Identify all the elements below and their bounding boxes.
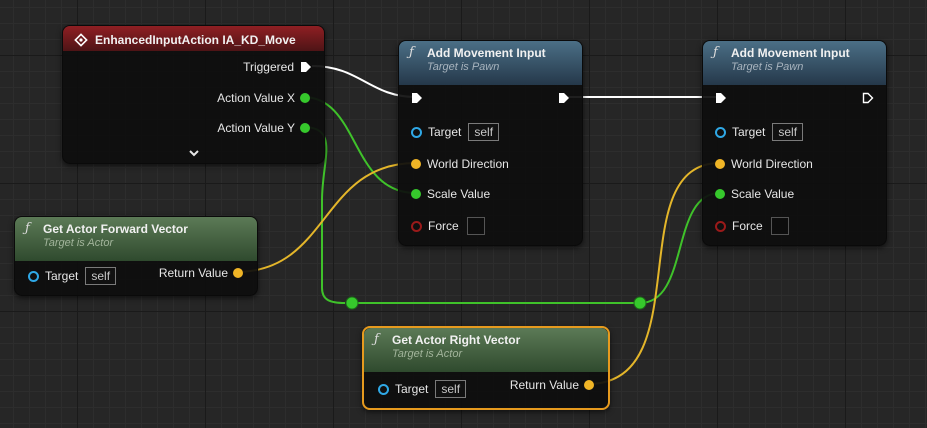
force-checkbox[interactable] [466, 217, 485, 235]
event-node-header[interactable]: EnhancedInputAction IA_KD_Move [63, 26, 324, 51]
pin-row-move1-force: Force [411, 217, 485, 235]
return-value-label: Return Value [509, 378, 579, 392]
pin-row-forward-target: Target self [28, 267, 117, 285]
float-out-pin-x[interactable] [300, 93, 310, 103]
function-icon: ƒ [25, 221, 30, 236]
object-in-pin-target[interactable] [715, 126, 726, 138]
pin-row-action-value-y: Action Value Y [217, 121, 310, 135]
target-label: Target [45, 269, 79, 283]
event-node-enhanced-input[interactable]: EnhancedInputAction IA_KD_Move Triggered… [62, 25, 325, 164]
pin-row-move1-scale-value: Scale Value [411, 187, 490, 201]
target-label: Target [428, 125, 462, 139]
get-actor-right-vector-node[interactable]: ƒ Get Actor Right Vector Target is Actor … [362, 326, 610, 410]
vector-out-pin-return[interactable] [233, 268, 243, 278]
pin-row-move2-target: Target self [715, 123, 804, 141]
exec-out-pin[interactable] [558, 92, 570, 104]
object-in-pin-target[interactable] [28, 270, 39, 282]
force-label: Force [428, 219, 459, 233]
enhanced-input-action-icon [73, 32, 89, 48]
move2-header[interactable]: ƒ Add Movement Input Target is Pawn [703, 41, 886, 85]
right-node-subtitle: Target is Actor [392, 348, 463, 360]
forward-node-subtitle: Target is Actor [43, 237, 114, 249]
forward-node-header[interactable]: ƒ Get Actor Forward Vector Target is Acto… [15, 217, 257, 261]
pin-row-right-target: Target self [378, 380, 467, 398]
add-movement-input-node-2[interactable]: ƒ Add Movement Input Target is Pawn Targe… [702, 40, 887, 246]
pin-row-move2-force: Force [715, 217, 789, 235]
world-direction-label: World Direction [427, 157, 509, 171]
reroute-knot-right[interactable] [633, 296, 647, 310]
scale-value-label: Scale Value [427, 187, 491, 201]
pin-row-triggered: Triggered [243, 60, 312, 74]
reroute-knot-left[interactable] [345, 296, 359, 310]
exec-out-pin-unconnected[interactable] [862, 92, 874, 104]
vector-out-pin-return[interactable] [584, 380, 594, 390]
move2-title: Add Movement Input [731, 45, 850, 60]
float-in-pin-scale-value[interactable] [411, 189, 421, 199]
pin-row-move2-scale-value: Scale Value [715, 187, 794, 201]
pin-row-move1-target: Target self [411, 123, 500, 141]
event-node-title: EnhancedInputAction IA_KD_Move [95, 32, 296, 47]
object-in-pin-target[interactable] [378, 383, 389, 395]
target-self-field[interactable]: self [772, 123, 804, 141]
triggered-label: Triggered [243, 60, 294, 74]
exec-in-pin[interactable] [715, 92, 727, 104]
function-icon: ƒ [713, 45, 718, 60]
vector-wire-forward-to-direction1[interactable] [235, 162, 417, 273]
pin-row-move1-world-direction: World Direction [411, 157, 509, 171]
return-value-label: Return Value [158, 266, 228, 280]
float-in-pin-scale-value[interactable] [715, 189, 725, 199]
target-label: Target [732, 125, 766, 139]
move1-subtitle: Target is Pawn [427, 61, 500, 73]
action-value-x-label: Action Value X [217, 91, 295, 105]
bool-in-pin-force[interactable] [411, 220, 422, 232]
pin-row-action-value-x: Action Value X [217, 91, 310, 105]
pin-row-right-return: Return Value [510, 378, 594, 392]
force-label: Force [732, 219, 763, 233]
bool-in-pin-force[interactable] [715, 220, 726, 232]
exec-out-pin-triggered[interactable] [300, 61, 312, 73]
target-self-field[interactable]: self [468, 123, 500, 141]
target-self-field[interactable]: self [85, 267, 117, 285]
vector-in-pin-world-direction[interactable] [411, 159, 421, 169]
vector-in-pin-world-direction[interactable] [715, 159, 725, 169]
get-actor-forward-vector-node[interactable]: ƒ Get Actor Forward Vector Target is Acto… [14, 216, 258, 296]
move1-title: Add Movement Input [427, 45, 546, 60]
forward-node-title: Get Actor Forward Vector [43, 221, 188, 236]
right-node-title: Get Actor Right Vector [392, 332, 521, 347]
chevron-down-icon[interactable] [188, 148, 200, 158]
scale-value-label: Scale Value [731, 187, 795, 201]
pin-row-forward-return: Return Value [159, 266, 243, 280]
move2-subtitle: Target is Pawn [731, 61, 804, 73]
target-label: Target [395, 382, 429, 396]
move1-header[interactable]: ƒ Add Movement Input Target is Pawn [399, 41, 582, 85]
object-in-pin-target[interactable] [411, 126, 422, 138]
float-out-pin-y[interactable] [300, 123, 310, 133]
function-icon: ƒ [409, 45, 414, 60]
world-direction-label: World Direction [731, 157, 813, 171]
target-self-field[interactable]: self [435, 380, 467, 398]
action-value-y-label: Action Value Y [217, 121, 295, 135]
function-icon: ƒ [374, 332, 379, 347]
exec-in-pin[interactable] [411, 92, 423, 104]
right-node-header[interactable]: ƒ Get Actor Right Vector Target is Actor [364, 328, 608, 372]
add-movement-input-node-1[interactable]: ƒ Add Movement Input Target is Pawn Targe… [398, 40, 583, 246]
force-checkbox[interactable] [770, 217, 789, 235]
pin-row-move2-world-direction: World Direction [715, 157, 813, 171]
